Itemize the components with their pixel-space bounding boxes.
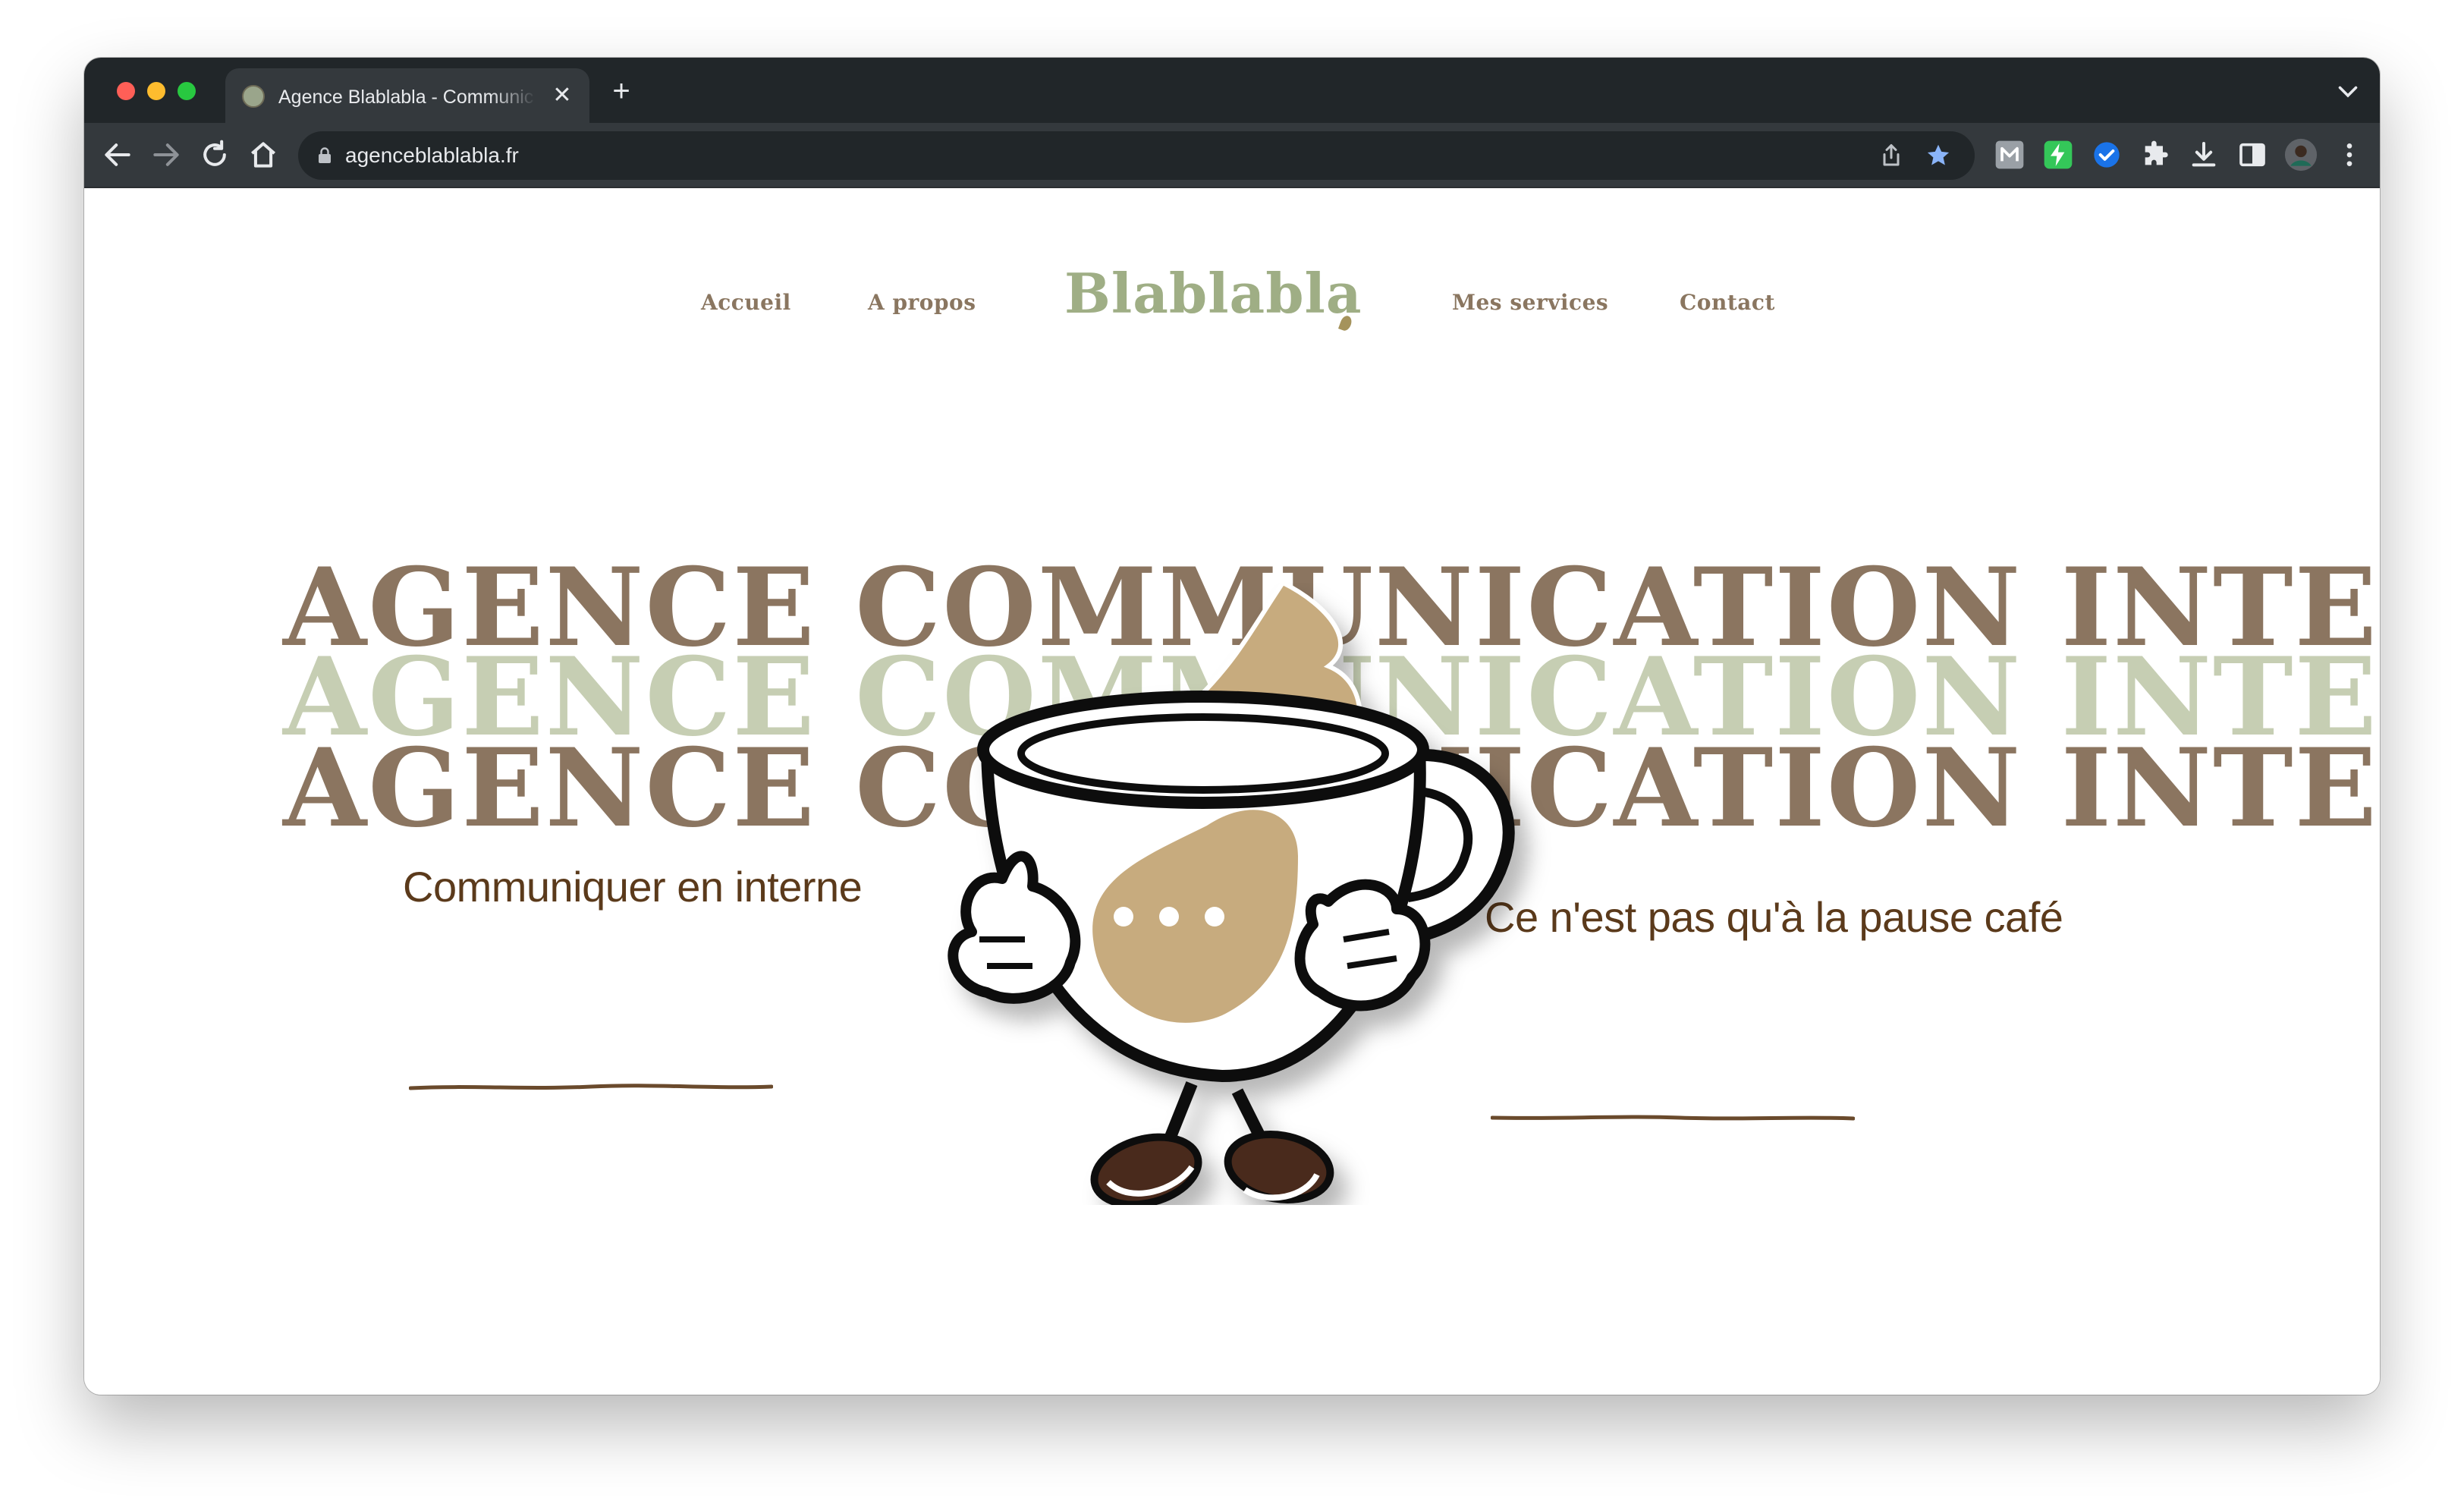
nav-contact[interactable]: Contact (1680, 290, 1775, 315)
tab-title: Agence Blablabla - Communic (278, 87, 534, 108)
share-icon[interactable] (1878, 142, 1905, 169)
nav-a-propos[interactable]: A propos (868, 290, 976, 315)
tagline-right: Ce n'est pas qu'à la pause café (1485, 893, 2063, 941)
extension-check-icon[interactable] (2092, 140, 2122, 170)
profile-avatar[interactable] (2284, 138, 2318, 171)
favicon-icon (242, 85, 265, 108)
minimize-window-button[interactable] (147, 82, 165, 100)
back-icon[interactable] (101, 138, 134, 171)
extension-m-icon[interactable] (1994, 140, 2025, 170)
maximize-window-button[interactable] (178, 82, 196, 100)
bookmark-star-icon[interactable] (1925, 142, 1952, 169)
forward-icon[interactable] (149, 138, 183, 171)
underline-scribble-left (409, 1084, 773, 1090)
tagline-left: Communiquer en interne (403, 863, 863, 911)
tab-close-button[interactable]: ✕ (548, 82, 576, 109)
nav-mes-services[interactable]: Mes services (1452, 290, 1608, 315)
browser-window: Agence Blablabla - Communic ✕ + agencebl… (84, 58, 2380, 1395)
new-tab-button[interactable]: + (606, 76, 636, 106)
close-window-button[interactable] (117, 82, 135, 100)
web-page: Accueil A propos Blablabla Mes services … (84, 188, 2380, 1395)
browser-toolbar: agenceblablabla.fr (84, 123, 2380, 188)
address-bar[interactable]: agenceblablabla.fr (298, 131, 1975, 180)
extension-bolt-icon[interactable] (2043, 140, 2073, 170)
tab-bar: Agence Blablabla - Communic ✕ + (84, 58, 2380, 123)
sidepanel-icon[interactable] (2237, 140, 2268, 170)
coffee-cup-mascot-illustration (948, 583, 1515, 1205)
lock-icon[interactable] (316, 146, 333, 165)
reload-icon[interactable] (198, 138, 231, 171)
site-logo[interactable]: Blablabla (1064, 261, 1362, 326)
home-icon[interactable] (247, 138, 280, 171)
url-text[interactable]: agenceblablabla.fr (345, 142, 519, 169)
extensions-puzzle-icon[interactable] (2140, 140, 2170, 170)
chevron-down-icon[interactable] (2334, 77, 2362, 105)
nav-accueil[interactable]: Accueil (701, 290, 791, 315)
download-icon[interactable] (2189, 140, 2219, 170)
active-tab[interactable]: Agence Blablabla - Communic ✕ (225, 68, 589, 123)
menu-icon[interactable] (2334, 140, 2365, 170)
